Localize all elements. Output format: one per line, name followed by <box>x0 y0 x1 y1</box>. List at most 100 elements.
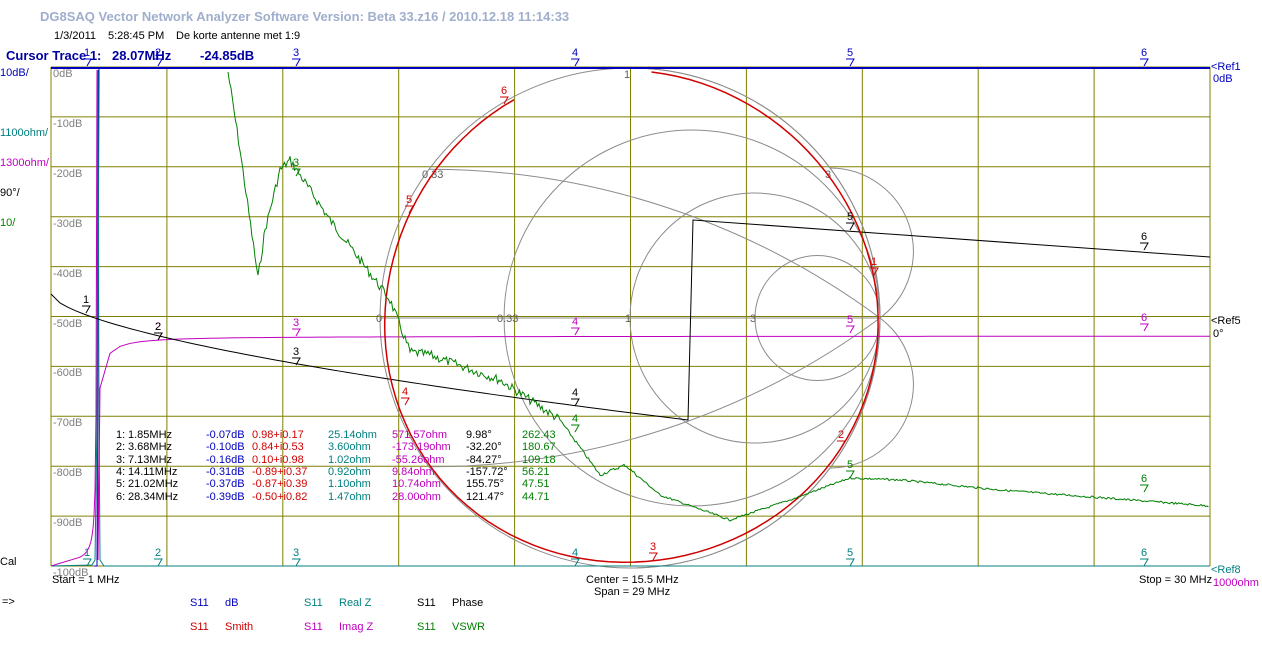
legend-name[interactable]: Imag Z <box>339 621 373 633</box>
plot-area[interactable]: 0 0.33 1 310.33 3 1122334455662 3 4 5 6123456123… <box>0 0 1262 651</box>
marker-phase-1 <box>82 305 91 314</box>
marker-realz-6 <box>1140 558 1149 567</box>
marker-phase-5 <box>846 222 855 231</box>
marker-vswr-4-num: 4 <box>572 413 578 425</box>
y-tick-label: -30dB <box>53 217 83 230</box>
marker-smith-4-num: 4 <box>402 386 408 398</box>
marker-smith-6-num: 6 <box>501 85 507 97</box>
marker-cell-vswr: 44.71 <box>522 490 550 503</box>
marker-cell-vswr: 56.21 <box>522 465 550 478</box>
marker-imagz-6 <box>1140 323 1149 332</box>
legend-name[interactable]: VSWR <box>452 621 485 633</box>
smith-label-r1: 1 <box>625 313 631 325</box>
y-tick-label: -20dB <box>53 167 83 180</box>
marker-cell-n: 4: <box>116 465 126 478</box>
marker-smith-4 <box>401 397 410 406</box>
y-tick-label: -90dB <box>53 517 83 530</box>
marker-realz-2-num: 2 <box>155 547 161 559</box>
marker-db-6 <box>1140 58 1149 67</box>
marker-cell-smith: 0.98+i0.17 <box>252 429 304 441</box>
marker-db-4 <box>571 58 580 67</box>
marker-cell-imagz: 28.00ohm <box>392 490 441 503</box>
marker-cell-smith: -0.87+i0.39 <box>252 478 308 491</box>
ref1-value: 0dB <box>1213 73 1233 85</box>
marker-cell-realz: 0.92ohm <box>328 465 371 478</box>
smith-label-r033: 0.33 <box>497 313 518 325</box>
y-tick-label: -80dB <box>53 467 83 480</box>
marker-cell-realz: 3.60ohm <box>328 441 371 454</box>
marker-cell-imagz: 9.84ohm <box>392 465 435 478</box>
smith-reactance-arc <box>829 167 914 319</box>
y-tick-label: -10dB <box>53 117 83 130</box>
marker-cell-db: -0.16dB <box>206 453 245 466</box>
legend-param[interactable]: S11 <box>190 597 209 609</box>
marker-db-2-num: 2 <box>155 47 161 59</box>
marker-db-3 <box>292 58 301 67</box>
x-start: Start = 1 MHz <box>52 574 120 586</box>
ref5-value: 0° <box>1213 328 1224 340</box>
marker-phase-4-num: 4 <box>572 387 578 399</box>
trace-vswr <box>227 71 1209 522</box>
scale-vswr: 10/ <box>0 217 16 229</box>
marker-cell-realz: 1.02ohm <box>328 453 371 466</box>
marker-cell-db: -0.37dB <box>206 478 245 491</box>
x-span: Span = 29 MHz <box>594 586 671 598</box>
marker-cell-smith: -0.89+i0.37 <box>252 465 308 478</box>
marker-cell-freq: 3.68MHz <box>128 441 173 454</box>
legend-param[interactable]: S11 <box>304 621 323 633</box>
legend-name[interactable]: dB <box>225 597 238 609</box>
marker-db-3-num: 3 <box>293 47 299 59</box>
marker-cell-phase: 155.75° <box>466 478 505 491</box>
marker-cell-db: -0.10dB <box>206 441 245 454</box>
marker-cell-freq: 7.13MHz <box>128 453 173 466</box>
legend-param[interactable]: S11 <box>417 597 436 609</box>
marker-cell-vswr: 109.18 <box>522 453 556 466</box>
marker-smith-3-num: 3 <box>650 541 656 553</box>
marker-phase-6-num: 6 <box>1141 231 1147 243</box>
legend-name[interactable]: Real Z <box>339 597 371 609</box>
marker-db-2 <box>154 58 163 67</box>
marker-cell-n: 5: <box>116 478 126 491</box>
smith-label-r3: 3 <box>750 313 756 325</box>
marker-realz-5-num: 5 <box>847 547 853 559</box>
y-tick-label: -50dB <box>53 317 83 330</box>
marker-imagz-4 <box>571 327 580 336</box>
marker-phase-3-num: 3 <box>293 346 299 358</box>
marker-cell-freq: 28.34MHz <box>128 490 179 503</box>
legend-param[interactable]: S11 <box>304 597 323 609</box>
ref-bottom-label: <Ref8 <box>1211 564 1241 576</box>
legend-param[interactable]: S11 <box>417 621 436 633</box>
x-stop: Stop = 30 MHz <box>1139 574 1213 586</box>
marker-imagz-4-num: 4 <box>572 316 578 328</box>
marker-realz-4-num: 4 <box>572 547 578 559</box>
marker-db-5-num: 5 <box>847 47 853 59</box>
marker-imagz-5 <box>846 325 855 334</box>
scale-phase: 90°/ <box>0 187 20 199</box>
marker-smith-5-num: 5 <box>406 194 412 206</box>
marker-cell-phase: -157.72° <box>466 465 508 478</box>
scale-imagz: 1300ohm/ <box>0 157 49 169</box>
marker-cell-n: 1: <box>116 429 126 441</box>
marker-realz-5 <box>846 558 855 567</box>
marker-cell-vswr: 47.51 <box>522 478 550 491</box>
legend-name[interactable]: Phase <box>452 597 483 609</box>
marker-phase-6 <box>1140 242 1149 251</box>
marker-cell-smith: 0.84+i0.53 <box>252 441 304 454</box>
marker-cell-freq: 1.85MHz <box>128 429 173 441</box>
marker-vswr-5-num: 5 <box>847 459 853 471</box>
command-prompt[interactable]: => <box>2 596 15 608</box>
marker-cell-realz: 1.47ohm <box>328 490 371 503</box>
marker-cell-realz: 1.10ohm <box>328 478 371 491</box>
marker-phase-5-num: 5 <box>847 211 853 223</box>
marker-vswr-4 <box>571 424 580 433</box>
marker-cell-db: -0.39dB <box>206 490 245 503</box>
y-tick-label: 0dB <box>53 68 73 80</box>
ref-bottom-value: 1000ohm <box>1213 577 1259 589</box>
marker-vswr-3-num: 3 <box>293 157 299 169</box>
trace-smith <box>383 71 879 564</box>
marker-cell-realz: 25.14ohm <box>328 429 377 441</box>
marker-cell-phase: -32.20° <box>466 441 502 454</box>
legend-param[interactable]: S11 <box>190 621 209 633</box>
marker-phase-1-num: 1 <box>83 294 89 306</box>
legend-name[interactable]: Smith <box>225 621 253 633</box>
